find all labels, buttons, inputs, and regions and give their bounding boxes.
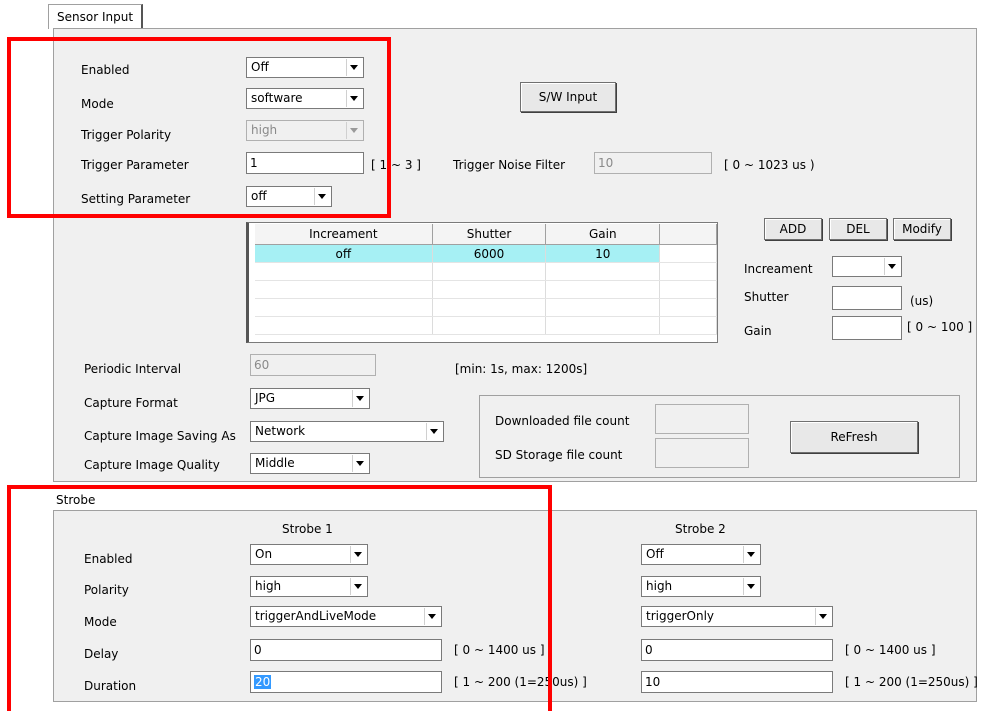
tab-sensor-input[interactable]: Sensor Input <box>48 4 144 29</box>
trigger-noise-filter-label: Trigger Noise Filter <box>453 158 566 172</box>
downloaded-count-field <box>655 404 749 434</box>
sd-count-field <box>655 438 749 468</box>
trigger-noise-filter-input: 10 <box>594 152 712 174</box>
chevron-down-icon <box>352 390 368 407</box>
chevron-down-icon <box>352 455 368 472</box>
strobe2-polarity-value: high <box>646 579 673 593</box>
highlight-box-sensor <box>7 37 391 218</box>
chevron-down-icon <box>884 258 900 275</box>
cell-empty <box>659 244 717 263</box>
chevron-down-icon <box>743 578 759 595</box>
add-button[interactable]: ADD <box>764 218 822 240</box>
modify-button[interactable]: Modify <box>893 218 951 240</box>
strobe2-delay-range: [ 0 ~ 1400 us ] <box>845 643 936 657</box>
table-row <box>255 316 717 335</box>
table-row <box>255 298 717 317</box>
column-header-empty <box>659 224 717 245</box>
shutter-input[interactable] <box>832 286 902 310</box>
cell-increment: off <box>255 244 433 263</box>
capture-format-label: Capture Format <box>84 396 178 410</box>
increment-select[interactable] <box>832 256 902 277</box>
strobe2-enabled-value: Off <box>646 547 664 561</box>
table-row[interactable]: off 6000 10 <box>255 244 717 263</box>
capture-saving-value: Network <box>255 424 306 438</box>
column-header-shutter[interactable]: Shutter <box>432 224 547 245</box>
periodic-interval-label: Periodic Interval <box>84 362 182 376</box>
sw-input-button[interactable]: S/W Input <box>520 82 616 112</box>
parameter-table[interactable]: Increament Shutter Gain off 6000 10 <box>246 222 718 343</box>
chevron-down-icon <box>743 546 759 563</box>
gain-range: [ 0 ~ 100 ] <box>907 320 973 334</box>
chevron-down-icon <box>426 423 442 440</box>
capture-saving-select[interactable]: Network <box>250 421 444 442</box>
column-header-gain[interactable]: Gain <box>545 224 661 245</box>
periodic-interval-range: [min: 1s, max: 1200s] <box>455 362 588 376</box>
strobe2-title: Strobe 2 <box>675 522 726 536</box>
capture-quality-select[interactable]: Middle <box>250 453 370 474</box>
strobe2-mode-value: triggerOnly <box>646 609 715 623</box>
gain-input[interactable] <box>832 316 902 340</box>
del-button[interactable]: DEL <box>829 218 887 240</box>
chevron-down-icon <box>815 608 831 625</box>
cell-gain: 10 <box>545 244 661 263</box>
highlight-box-strobe <box>7 485 552 711</box>
strobe2-duration-input[interactable]: 10 <box>641 671 833 693</box>
capture-quality-label: Capture Image Quality <box>84 458 220 472</box>
capture-saving-label: Capture Image Saving As <box>84 429 236 443</box>
capture-format-value: JPG <box>255 391 276 405</box>
increment-label: Increament <box>744 262 813 276</box>
shutter-unit: (us) <box>910 294 934 308</box>
sd-count-label: SD Storage file count <box>495 448 623 462</box>
cell-shutter: 6000 <box>432 244 547 263</box>
strobe2-duration-range: [ 1 ~ 200 (1=250us) ] <box>845 675 978 689</box>
downloaded-count-label: Downloaded file count <box>495 414 630 428</box>
capture-format-select[interactable]: JPG <box>250 388 370 409</box>
refresh-button[interactable]: ReFresh <box>790 421 918 453</box>
table-row <box>255 280 717 299</box>
strobe2-enabled-select[interactable]: Off <box>641 544 761 565</box>
strobe2-polarity-select[interactable]: high <box>641 576 761 597</box>
strobe2-mode-select[interactable]: triggerOnly <box>641 606 833 627</box>
gain-label: Gain <box>744 324 772 338</box>
shutter-label: Shutter <box>744 290 789 304</box>
strobe2-delay-input[interactable]: 0 <box>641 639 833 661</box>
trigger-noise-filter-range: [ 0 ~ 1023 us ) <box>724 158 815 172</box>
column-header-increment[interactable]: Increament <box>255 224 433 245</box>
capture-quality-value: Middle <box>255 456 295 470</box>
table-row <box>255 262 717 281</box>
periodic-interval-input: 60 <box>250 354 376 376</box>
